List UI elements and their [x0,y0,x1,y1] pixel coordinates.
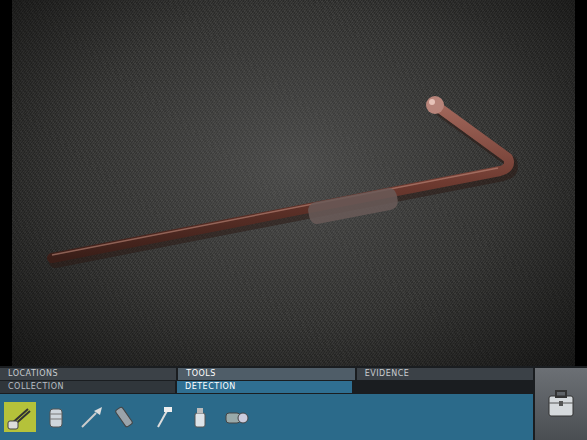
tab[interactable]: EVIDENCE [357,368,533,380]
briefcase-icon [544,387,578,421]
subtab[interactable]: COLLECTION [0,381,175,393]
subtab[interactable]: DETECTION [177,381,352,393]
lamp-icon [222,403,250,431]
crime-scene-view[interactable] [12,0,575,366]
tool-button[interactable] [40,402,72,432]
tool-button[interactable] [220,402,252,432]
kit-button[interactable] [535,368,587,440]
tool-button[interactable] [4,402,36,432]
jar-icon [42,403,70,431]
scene-frame [0,0,587,366]
tool-button[interactable] [184,402,216,432]
brush-icon [78,403,106,431]
flashlight-icon [114,403,142,431]
tool-button[interactable] [112,402,144,432]
swab-icon [150,403,178,431]
tab[interactable]: LOCATIONS [0,368,176,380]
tool-button[interactable] [148,402,180,432]
crowbar-icon[interactable] [12,0,575,366]
subtab-bar: COLLECTIONDETECTION [0,381,533,393]
toolbar-left: LOCATIONSTOOLSEVIDENCECOLLECTIONDETECTIO… [0,368,533,440]
spray-icon [186,403,214,431]
tool-strip [0,394,533,440]
tool-button[interactable] [76,402,108,432]
toolbar-panel: LOCATIONSTOOLSEVIDENCECOLLECTIONDETECTIO… [0,366,587,440]
tab[interactable]: TOOLS [178,368,354,380]
forceps-icon [6,403,34,431]
tab-bar: LOCATIONSTOOLSEVIDENCE [0,368,533,380]
